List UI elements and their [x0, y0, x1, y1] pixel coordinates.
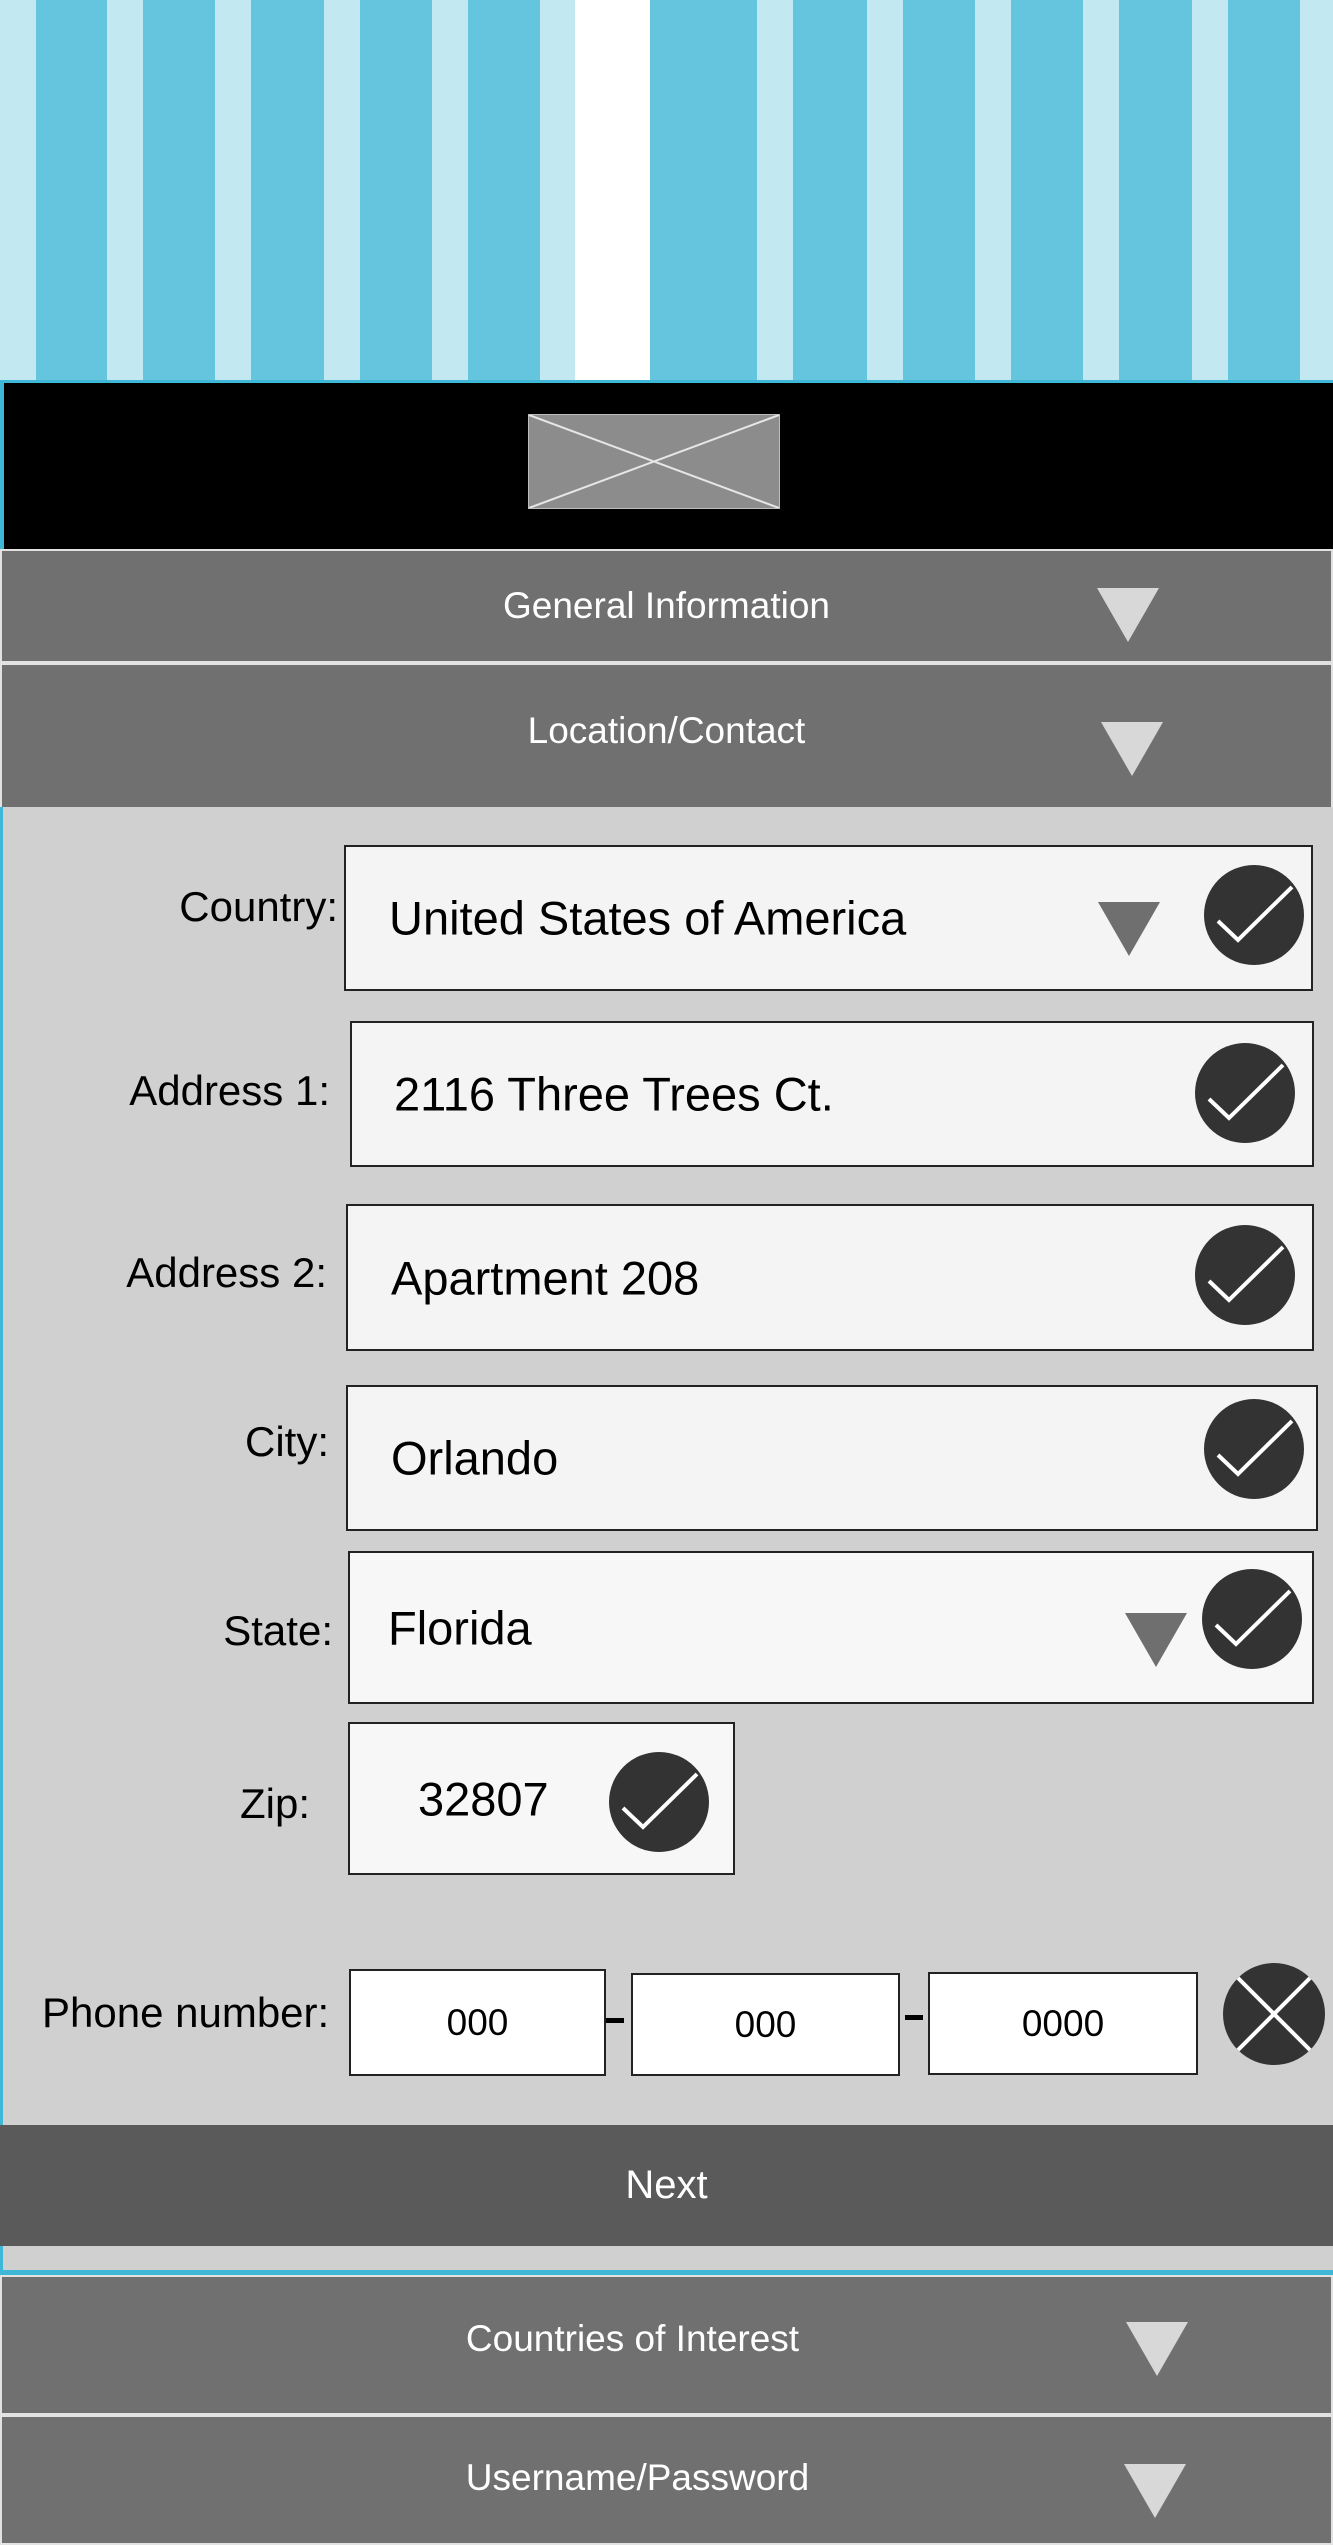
country-select[interactable]: United States of America	[344, 845, 1313, 991]
phone-prefix-field[interactable]: 000	[631, 1973, 900, 2076]
address1-label: Address 1:	[129, 1067, 330, 1114]
zip-value: 32807	[418, 1772, 549, 1825]
address2-label: Address 2:	[126, 1249, 327, 1296]
banner-stripe	[757, 0, 793, 380]
banner-stripe	[867, 0, 903, 380]
phone-area-code-field[interactable]: 000	[349, 1969, 606, 2076]
banner-stripe	[324, 0, 360, 380]
triangle-down-icon	[1101, 722, 1163, 776]
triangle-down-icon[interactable]	[1125, 1613, 1187, 1667]
triangle-down-icon	[1126, 2322, 1188, 2376]
accordion-countries-of-interest[interactable]: Countries of Interest	[0, 2275, 1333, 2415]
banner-stripe	[0, 0, 36, 380]
checkmark-circle-icon	[1195, 1225, 1295, 1325]
accordion-location-contact[interactable]: Location/Contact	[0, 663, 1333, 809]
city-label: City:	[245, 1418, 329, 1465]
address2-field[interactable]: Apartment 208	[346, 1204, 1314, 1351]
banner-stripe	[975, 0, 1011, 380]
address2-value: Apartment 208	[391, 1251, 700, 1304]
banner-stripe	[107, 0, 143, 380]
phone-separator	[606, 2018, 624, 2023]
banner-stripe-highlight	[575, 0, 650, 380]
banner-stripe	[432, 0, 468, 380]
next-button[interactable]: Next	[0, 2125, 1333, 2246]
city-value: Orlando	[391, 1431, 559, 1485]
checkmark-circle-icon	[1195, 1043, 1295, 1143]
phone-label: Phone number:	[42, 1989, 330, 2036]
triangle-down-icon	[1097, 588, 1159, 642]
banner-stripe	[540, 0, 576, 380]
triangle-down-icon	[1124, 2464, 1186, 2518]
phone-line-number-field[interactable]: 0000	[928, 1972, 1198, 2075]
address1-field[interactable]: 2116 Three Trees Ct.	[350, 1021, 1314, 1167]
banner-stripe	[1300, 0, 1333, 380]
x-circle-icon	[1223, 1963, 1325, 2065]
banner-stripe	[1083, 0, 1119, 380]
state-select[interactable]: Florida	[348, 1551, 1314, 1704]
state-label: State:	[223, 1607, 333, 1654]
country-label: Country:	[179, 883, 338, 930]
zip-label: Zip:	[239, 1780, 310, 1827]
triangle-down-icon[interactable]	[1098, 902, 1160, 956]
checkmark-circle-icon	[1204, 1399, 1304, 1499]
accordion-username-password[interactable]: Username/Password	[0, 2415, 1333, 2545]
city-field[interactable]: Orlando	[346, 1385, 1318, 1531]
country-value: United States of America	[389, 891, 907, 945]
state-value: Florida	[388, 1601, 532, 1654]
banner-stripe	[215, 0, 251, 380]
zip-field[interactable]: 32807	[348, 1722, 735, 1875]
banner-stripe	[1192, 0, 1228, 380]
image-placeholder-icon	[528, 414, 780, 509]
checkmark-circle-icon	[609, 1752, 709, 1852]
checkmark-circle-icon	[1204, 865, 1304, 965]
address1-value: 2116 Three Trees Ct.	[394, 1067, 834, 1121]
top-banner	[0, 0, 1333, 383]
phone-separator	[905, 2015, 923, 2020]
checkmark-circle-icon	[1202, 1569, 1302, 1669]
accordion-general-information[interactable]: General Information	[0, 549, 1333, 663]
